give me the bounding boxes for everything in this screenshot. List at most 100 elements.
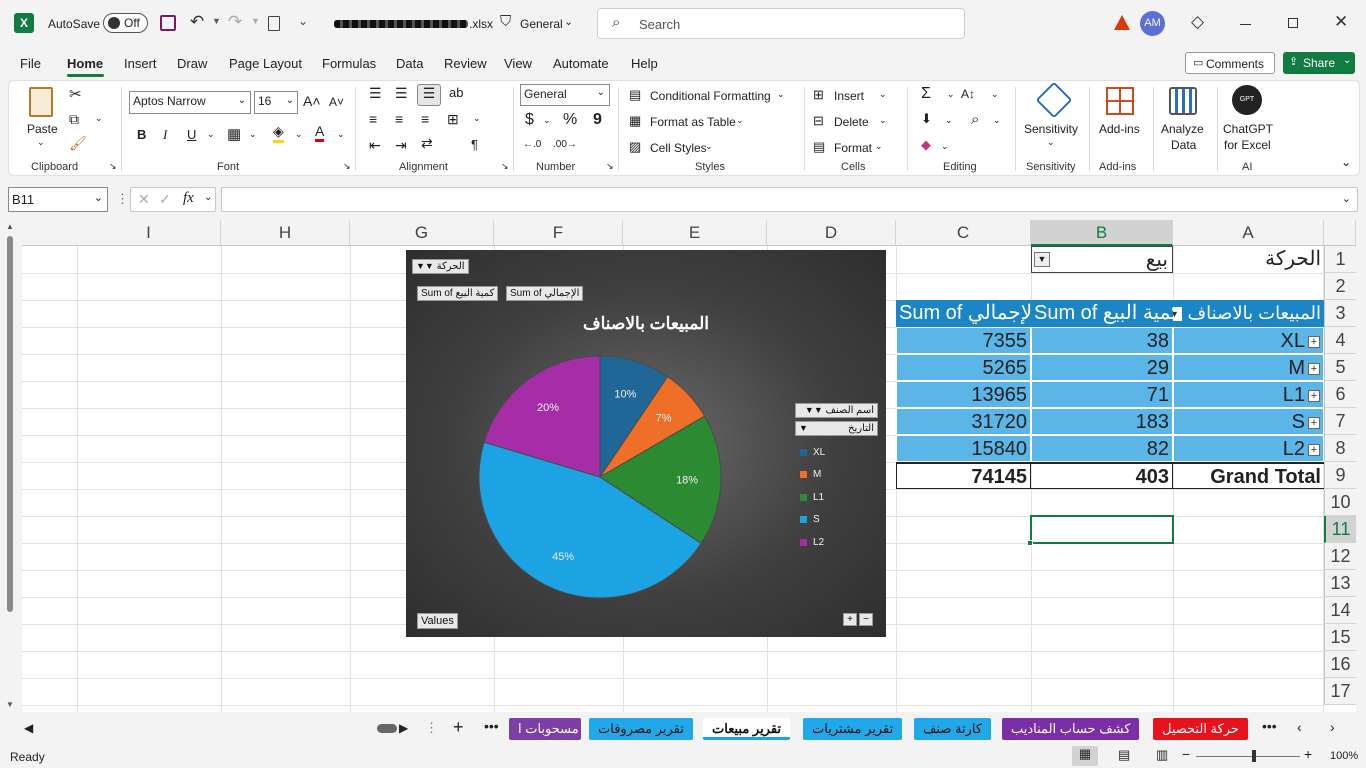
column-header-g[interactable]: G: [350, 220, 494, 246]
menu-formulas[interactable]: Formulas: [322, 56, 376, 71]
values-button[interactable]: Values: [417, 613, 458, 629]
undo-icon[interactable]: ↶: [190, 12, 204, 32]
more-tabs-icon[interactable]: •••: [1262, 718, 1277, 734]
font-size-dropdown[interactable]: 16 ⌄: [254, 91, 298, 114]
cancel-icon[interactable]: ✕: [138, 191, 150, 208]
decrease-indent-icon[interactable]: ⇤: [369, 137, 381, 154]
autosum-dropdown-icon[interactable]: ⌄: [947, 89, 955, 100]
analyze-data-button[interactable]: Analyze: [1161, 122, 1204, 136]
row-header[interactable]: 2: [1324, 273, 1356, 300]
more-sheets-icon[interactable]: •••: [484, 718, 499, 734]
format-as-table-button[interactable]: Format as Table: [650, 115, 736, 129]
autosum-icon[interactable]: Σ: [921, 85, 931, 103]
sheet-tab[interactable]: كارتة صنف: [914, 718, 992, 740]
bold-button[interactable]: B: [137, 127, 146, 142]
formula-input[interactable]: ⌄: [221, 187, 1358, 212]
pivot-total-cell[interactable]: 5265: [896, 354, 1031, 381]
format-painter-icon[interactable]: 🖌: [69, 135, 87, 152]
borders-icon[interactable]: ▦: [227, 125, 241, 143]
font-color-dropdown-icon[interactable]: ⌄: [337, 129, 345, 140]
pivot-total-cell[interactable]: 13965: [896, 381, 1031, 408]
pivot-qty-cell[interactable]: 71: [1031, 381, 1173, 408]
restore-icon[interactable]: [1288, 18, 1298, 28]
addins-button[interactable]: Add-ins: [1099, 122, 1140, 136]
scroll-up-icon[interactable]: ▲: [6, 222, 14, 231]
pivot-qty-cell[interactable]: 82: [1031, 435, 1173, 462]
row-header[interactable]: 7: [1324, 408, 1356, 435]
menu-review[interactable]: Review: [444, 56, 487, 71]
align-right-icon[interactable]: ≡: [421, 111, 429, 127]
selected-cell-b11[interactable]: [1030, 515, 1174, 544]
grand-total-value[interactable]: 74145: [896, 462, 1031, 489]
column-header-e[interactable]: E: [623, 220, 767, 246]
pivot-qty-cell[interactable]: 183: [1031, 408, 1173, 435]
column-header-i[interactable]: I: [77, 220, 221, 246]
pivot-row-label[interactable]: M +: [1173, 354, 1324, 381]
copy-icon[interactable]: ⧉: [69, 111, 79, 128]
column-header-d[interactable]: D: [767, 220, 896, 246]
find-select-icon[interactable]: ⌕: [971, 111, 979, 128]
zoom-in-icon[interactable]: +: [1304, 746, 1312, 762]
row-header[interactable]: 1: [1324, 246, 1356, 273]
pivot-total-cell[interactable]: 15840: [896, 435, 1031, 462]
zoom-level[interactable]: 100%: [1330, 750, 1358, 762]
align-middle-icon[interactable]: ☰: [395, 85, 408, 102]
pivot-qty-header[interactable]: Sum of كمية البيع: [1031, 300, 1173, 327]
menu-insert[interactable]: Insert: [124, 56, 157, 71]
sheet-tab[interactable]: تقرير مشتريات: [803, 718, 903, 740]
pivot-filter-value-cell[interactable]: ▼ بيع: [1031, 246, 1173, 273]
column-header-h[interactable]: H: [221, 220, 350, 246]
font-color-icon[interactable]: A: [315, 123, 325, 142]
row-header[interactable]: 6: [1324, 381, 1356, 408]
align-top-icon[interactable]: ☰: [369, 85, 382, 102]
font-name-dropdown[interactable]: Aptos Narrow ⌄: [129, 91, 251, 114]
filter-dropdown-icon[interactable]: ▼: [1034, 252, 1050, 267]
chatgpt-button[interactable]: ChatGPT: [1223, 122, 1273, 136]
comments-button[interactable]: ▭ Comments: [1185, 52, 1275, 74]
confirm-icon[interactable]: ✓: [159, 191, 171, 208]
italic-button[interactable]: I: [163, 127, 167, 143]
expand-formula-icon[interactable]: ⌄: [1342, 192, 1351, 205]
paste-dropdown-icon[interactable]: ⌄: [37, 137, 45, 148]
dialog-launcher-icon[interactable]: ↘: [109, 161, 117, 172]
underline-dropdown-icon[interactable]: ⌄: [207, 129, 215, 140]
dialog-launcher-icon[interactable]: ↘: [343, 161, 351, 172]
row-header[interactable]: 3: [1324, 300, 1356, 327]
row-header[interactable]: 12: [1324, 543, 1356, 570]
pivot-total-cell[interactable]: 7355: [896, 327, 1031, 354]
comma-button[interactable]: 9: [593, 111, 602, 129]
axis-field-date[interactable]: التاريخ ▼: [795, 421, 878, 436]
sheet-tab[interactable]: مسحوبات ا: [509, 718, 581, 740]
grand-total-qty[interactable]: 403: [1031, 462, 1173, 489]
merge-dropdown-icon[interactable]: ⌄: [473, 113, 481, 124]
expand-icon[interactable]: +: [1308, 416, 1320, 429]
fill-dropdown-icon[interactable]: ⌄: [295, 129, 303, 140]
spreadsheet-grid[interactable]: I H G F E D C B A 1 2 3 4 5 6 7 8 9 10 1…: [22, 220, 1356, 712]
row-header[interactable]: 17: [1324, 678, 1356, 705]
row-header[interactable]: 5: [1324, 354, 1356, 381]
pivot-row-label[interactable]: XL +: [1173, 327, 1324, 354]
paste-icon[interactable]: [29, 87, 53, 117]
select-all-corner[interactable]: [1324, 220, 1356, 246]
row-header[interactable]: 9: [1324, 462, 1356, 489]
horizontal-scroll-thumb[interactable]: [377, 724, 397, 733]
percent-button[interactable]: %: [563, 111, 577, 129]
pivot-row-label[interactable]: L2 +: [1173, 435, 1324, 462]
format-cells-button[interactable]: Format: [834, 141, 872, 155]
sensitivity-button[interactable]: Sensitivity: [1024, 122, 1078, 136]
expand-icon[interactable]: +: [1308, 362, 1320, 375]
text-direction-icon[interactable]: ⇄: [421, 135, 433, 152]
pivot-row-header[interactable]: المبيعات بالاصناف ▼: [1173, 300, 1324, 327]
grand-total-label[interactable]: Grand Total: [1173, 462, 1324, 489]
sheet-tab[interactable]: تقرير مصروفات: [589, 718, 693, 740]
diamond-icon[interactable]: ◇: [1191, 12, 1204, 32]
menu-page-layout[interactable]: Page Layout: [229, 56, 302, 71]
column-header-b[interactable]: B: [1031, 220, 1173, 246]
borders-dropdown-icon[interactable]: ⌄: [249, 129, 257, 140]
expand-icon[interactable]: +: [1308, 443, 1320, 456]
increase-decimal-icon[interactable]: ←.0: [523, 139, 541, 150]
align-bottom-button[interactable]: ☰: [417, 84, 441, 106]
row-header[interactable]: 11: [1324, 516, 1356, 543]
column-header-f[interactable]: F: [494, 220, 623, 246]
share-button[interactable]: ⇪ Share ⌄: [1283, 52, 1355, 74]
